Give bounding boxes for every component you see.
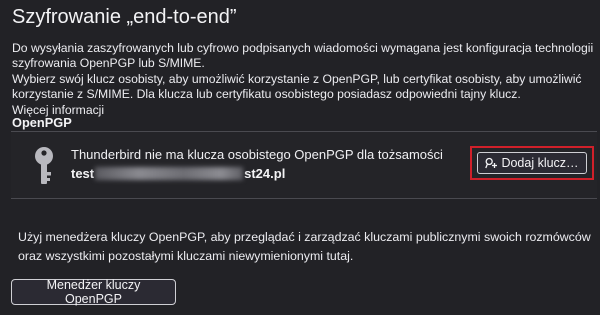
key-icon — [31, 146, 61, 186]
choose-line-1: Wybierz swój klucz osobisty, aby umożliw… — [12, 72, 582, 86]
no-key-message: Thunderbird nie ma klucza osobistego Ope… — [71, 147, 443, 162]
identity-prefix: test — [71, 166, 95, 181]
manager-description-line-2: oraz wszystkimi pozostałymi kluczami nie… — [18, 249, 354, 263]
key-plus-icon — [485, 157, 498, 169]
openpgp-key-manager-button[interactable]: Menedżer kluczy OpenPGP — [11, 278, 176, 306]
add-key-highlight-box: Dodaj klucz… — [470, 146, 594, 180]
intro-line-2: szyfrowania OpenPGP lub S/MIME. — [12, 56, 205, 70]
openpgp-section-title: OpenPGP — [12, 115, 72, 130]
manager-description-line-1: Użyj menedżera kluczy OpenPGP, aby przeg… — [18, 230, 591, 244]
add-key-button[interactable]: Dodaj klucz… — [477, 152, 587, 174]
add-key-label: Dodaj klucz… — [501, 156, 579, 170]
identity-suffix: st24.pl — [244, 166, 286, 181]
choose-key-paragraph: Wybierz swój klucz osobisty, aby umożliw… — [12, 72, 582, 102]
identity-address: test st24.pl — [71, 166, 285, 184]
page-heading: Szyfrowanie „end-to-end” — [12, 6, 237, 28]
openpgp-key-card: Thunderbird nie ma klucza osobistego Ope… — [11, 131, 597, 199]
intro-paragraph: Do wysyłania zaszyfrowanych lub cyfrowo … — [12, 41, 593, 71]
redacted-blur — [95, 167, 244, 180]
choose-line-2: korzystanie z S/MIME. Dla klucza lub cer… — [12, 87, 521, 101]
intro-line-1: Do wysyłania zaszyfrowanych lub cyfrowo … — [12, 41, 594, 55]
